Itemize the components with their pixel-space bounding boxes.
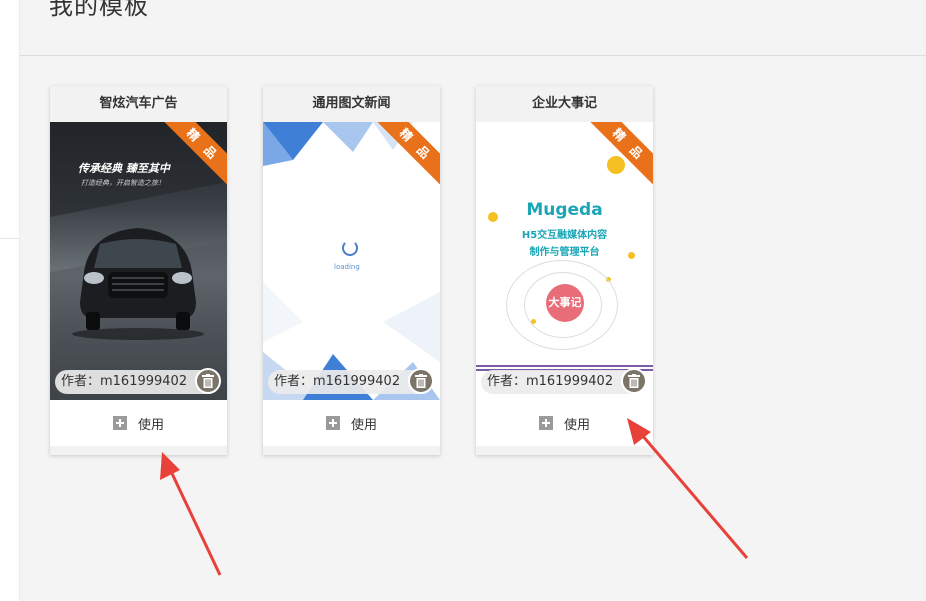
arrow-to-card-3 (627, 418, 749, 559)
arrow-to-card-1 (160, 452, 222, 576)
annotation-arrows (160, 418, 749, 576)
page: 我的模板 智炫汽车广告 传承经典 臻至其中 打造经典，开启智造之旅！ 精 品 作… (0, 0, 926, 601)
